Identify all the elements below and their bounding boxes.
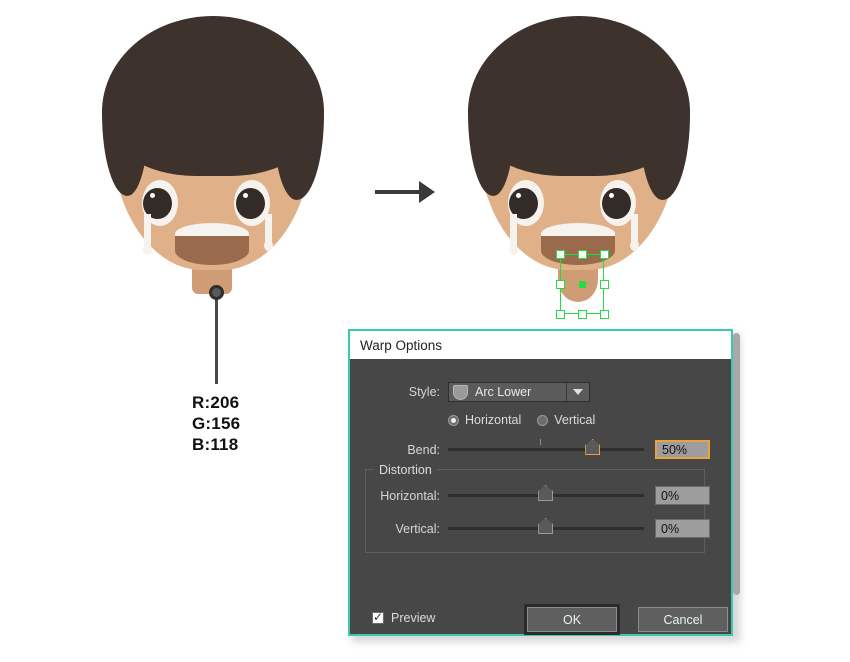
radio-vertical-label: Vertical [554,413,596,427]
selection-handle-bottom-center[interactable] [578,310,587,319]
style-row: Style: Arc Lower [350,382,731,402]
chevron-down-icon [573,389,583,395]
style-dropdown[interactable]: Arc Lower [448,382,590,402]
tear-drop-left [509,244,518,255]
distortion-horizontal-value-field[interactable]: 0% [655,486,710,505]
tear-stream-left [144,214,151,248]
distortion-horizontal-value-text: 0% [661,488,680,503]
bend-slider-tick [540,439,542,445]
bend-slider[interactable] [448,439,644,455]
pupil-right [602,188,631,219]
canvas-stage: R:206 G:156 B:118 Warp Options Style: Ar… [0,0,850,652]
distortion-vertical-value-field[interactable]: 0% [655,519,710,538]
selection-handle-middle-left[interactable] [556,280,565,289]
distortion-horizontal-label: Horizontal: [380,488,440,503]
distortion-vertical-row: Vertical: 0% [350,518,731,538]
selection-center-anchor[interactable] [579,281,586,288]
rgb-blue-value: B:118 [192,435,239,454]
style-dropdown-arrow[interactable] [566,383,589,401]
distortion-vertical-thumb[interactable] [538,518,554,534]
bend-slider-track[interactable] [448,448,644,451]
distortion-group-label: Distortion [374,463,437,477]
style-selected-value: Arc Lower [475,385,532,399]
selection-handle-bottom-right[interactable] [600,310,609,319]
eye-glint-right [609,193,614,198]
pupil-right [236,188,265,219]
selection-handle-top-right[interactable] [600,250,609,259]
distortion-vertical-value-text: 0% [661,521,680,536]
tear-drop-right [630,240,639,251]
rgb-readout: R:206 G:156 B:118 [192,392,240,455]
distortion-horizontal-row: Horizontal: 0% [350,485,731,505]
bend-value-field[interactable]: 50% [655,440,710,459]
callout-leader-line [215,288,218,384]
eye-glint-left [516,193,521,198]
dialog-title-bar: Warp Options [350,331,731,359]
radio-horizontal-label: Horizontal [465,413,522,427]
arc-lower-icon [453,384,468,400]
bend-row: Bend: 50% [350,439,731,459]
selection-handle-bottom-left[interactable] [556,310,565,319]
hair-fringe-right [202,80,312,132]
tear-stream-left [510,214,517,248]
scrollbar-thumb[interactable] [733,333,740,595]
radio-vertical[interactable] [537,414,549,426]
bend-slider-thumb[interactable] [585,439,601,455]
warp-options-dialog: Warp Options Style: Arc Lower Horizontal… [348,329,733,636]
tear-drop-left [143,244,152,255]
distortion-horizontal-slider[interactable] [448,485,644,501]
distortion-group [365,469,705,553]
preview-row[interactable]: Preview [372,610,436,625]
preview-label: Preview [391,611,436,625]
eye-glint-right [243,193,248,198]
distortion-vertical-label: Vertical: [395,521,440,536]
bend-label: Bend: [407,442,440,457]
ok-button[interactable]: OK [524,604,620,635]
dialog-title-text: Warp Options [360,337,443,353]
tear-drop-right [264,240,273,251]
transform-arrow-shaft [375,190,421,194]
distortion-horizontal-thumb[interactable] [538,485,554,501]
transform-arrow-head [419,181,435,203]
style-label: Style: [408,385,440,399]
hair-fringe-right [568,80,678,132]
dialog-body: Style: Arc Lower Horizontal Vertical Ben… [350,359,731,662]
ok-button-label: OK [562,612,582,627]
selection-handle-middle-right[interactable] [600,280,609,289]
selection-handle-top-left[interactable] [556,250,565,259]
mouth-lower [175,236,249,265]
selection-handle-top-center[interactable] [578,250,587,259]
cancel-button[interactable]: Cancel [638,607,728,632]
bend-value-text: 50% [662,442,688,457]
rgb-red-value: R:206 [192,393,240,412]
orientation-row: Horizontal Vertical [350,413,731,427]
distortion-vertical-slider[interactable] [448,518,644,534]
rgb-green-value: G:156 [192,414,241,433]
preview-checkbox[interactable] [372,610,384,624]
cancel-button-label: Cancel [663,612,703,627]
mouth [175,223,249,265]
eye-glint-left [150,193,155,198]
radio-horizontal[interactable] [448,414,459,426]
callout-anchor-dot [209,285,224,300]
